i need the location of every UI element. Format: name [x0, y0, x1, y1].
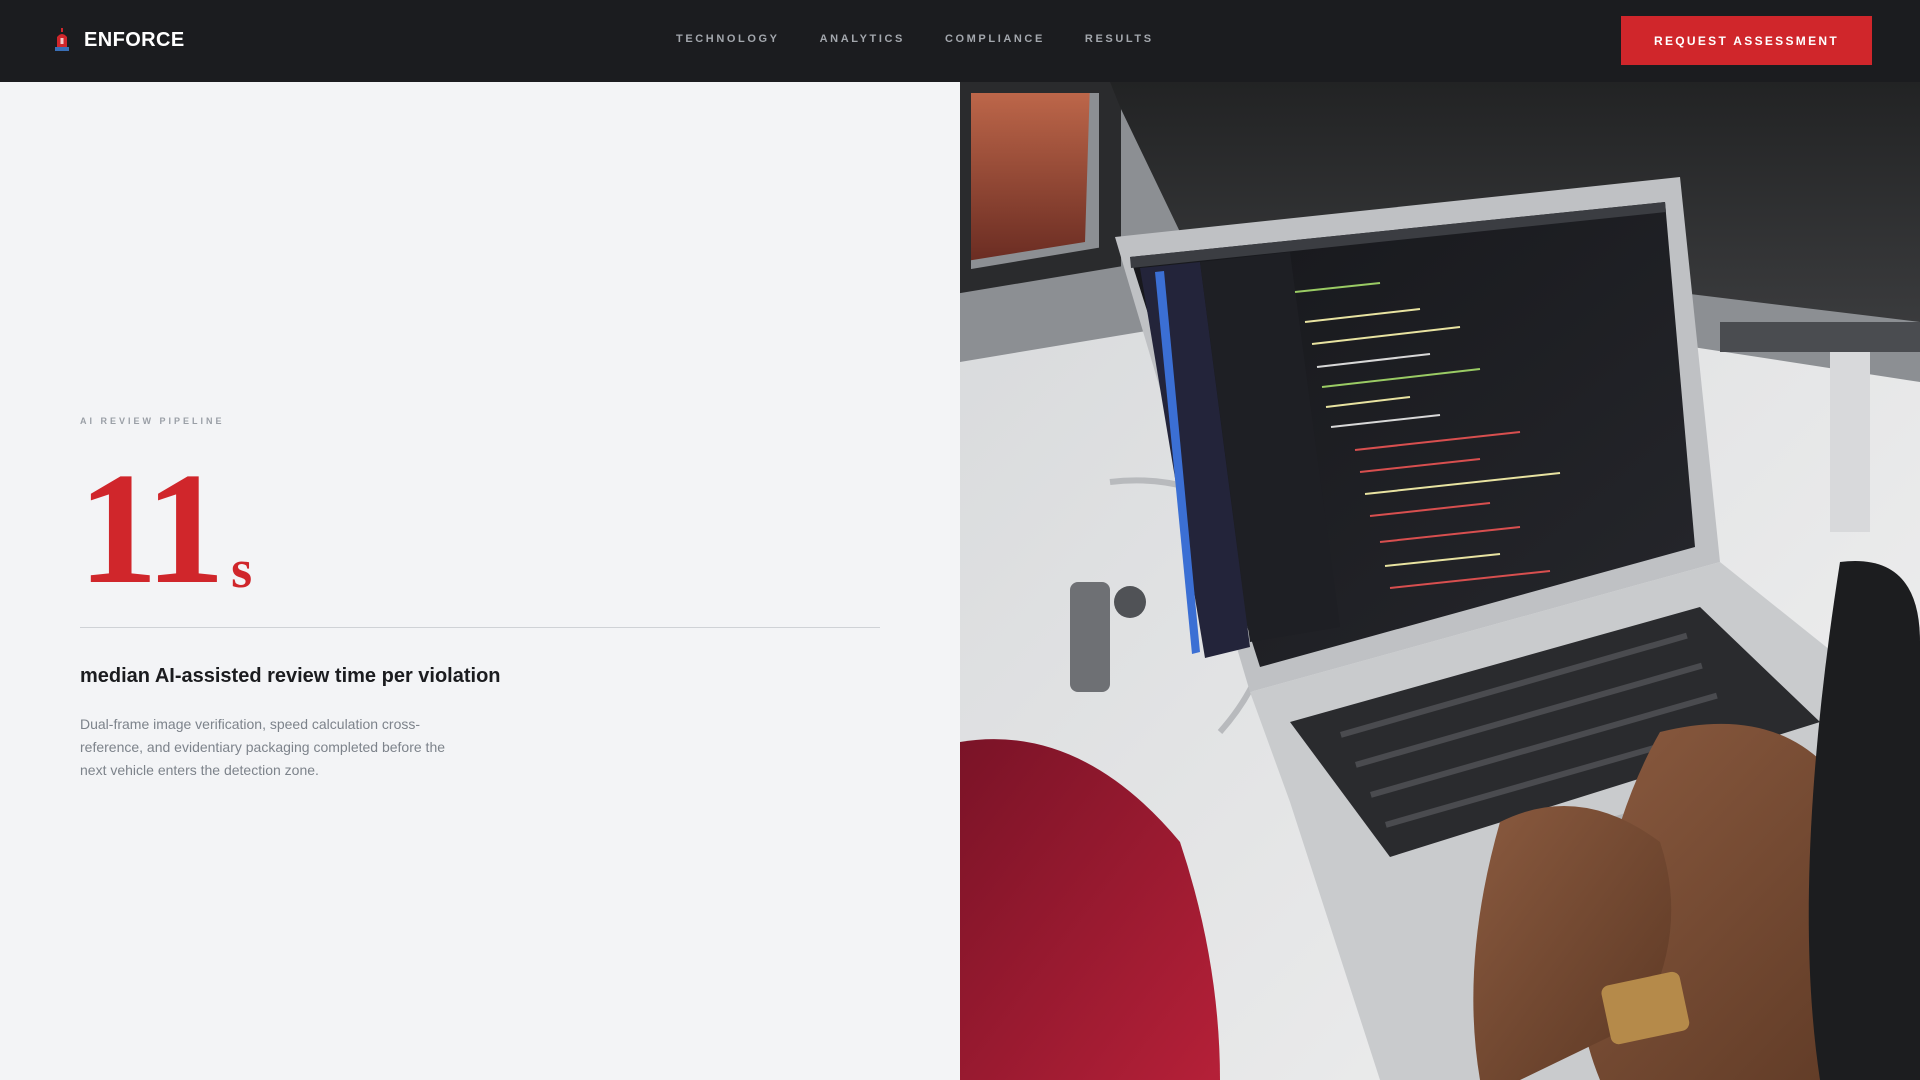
nav-link-compliance[interactable]: COMPLIANCE: [945, 33, 1045, 45]
nav-link-results[interactable]: RESULTS: [1085, 33, 1154, 45]
section-eyebrow: AI REVIEW PIPELINE: [80, 416, 225, 426]
brand-name: ENFORCE: [84, 28, 185, 51]
stat-description: Dual-frame image verification, speed cal…: [80, 716, 446, 778]
top-navigation-bar: ENFORCE TECHNOLOGY ANALYTICS COMPLIANCE …: [0, 0, 1920, 82]
stat-headline: median AI-assisted review time per viola…: [80, 665, 501, 687]
siren-icon: [55, 28, 69, 51]
nav-link-analytics[interactable]: ANALYTICS: [820, 33, 905, 45]
hero-photo: [960, 82, 1920, 1080]
laptop-code-photo: [960, 82, 1920, 1080]
request-assessment-button[interactable]: REQUEST ASSESSMENT: [1621, 16, 1872, 65]
stat-panel: AI REVIEW PIPELINE 11 s median AI-assist…: [0, 82, 960, 1080]
divider: [80, 627, 880, 628]
stat-value: 11: [78, 439, 225, 617]
stat-unit: s: [231, 539, 253, 599]
main-menu: TECHNOLOGY ANALYTICS COMPLIANCE RESULTS: [676, 33, 1154, 45]
nav-link-technology[interactable]: TECHNOLOGY: [676, 33, 780, 45]
stat-figure: 11 s: [78, 448, 252, 608]
brand-logo[interactable]: ENFORCE: [52, 25, 185, 55]
